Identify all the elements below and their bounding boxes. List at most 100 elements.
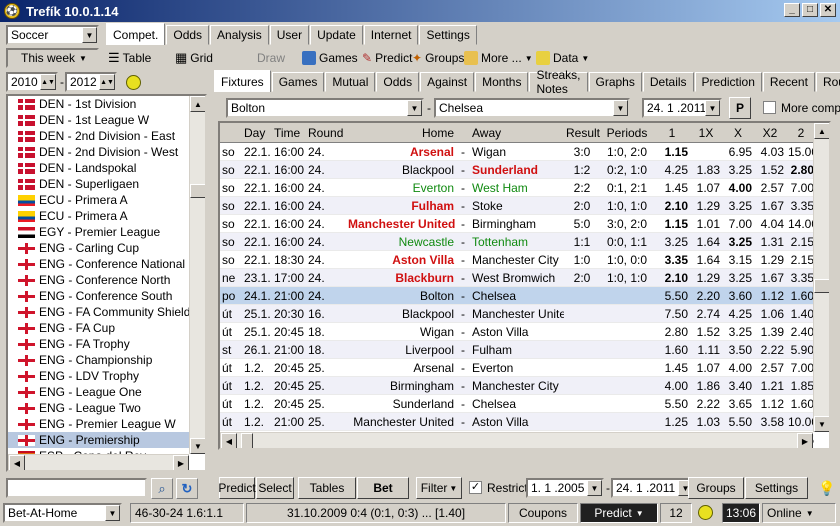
minimize-button[interactable]: _ (784, 3, 800, 17)
list-item[interactable]: DEN - Landspokal (8, 160, 205, 176)
subtab-details[interactable]: Details (642, 72, 694, 92)
subtab-against[interactable]: Against (420, 72, 475, 92)
filter-button[interactable]: Filter ▼ (416, 477, 462, 499)
list-item[interactable]: ENG - League One (8, 384, 205, 400)
table-row[interactable]: po 24.1. 21:00 24. Bolton - Chelsea 5.50 2.20 3.6… (220, 287, 829, 305)
col-odds-1x[interactable]: 1X (690, 126, 722, 140)
col-odds-x[interactable]: X (722, 126, 754, 140)
list-item[interactable]: ECU - Primera A (8, 192, 205, 208)
refresh-button[interactable]: ↻ (176, 478, 198, 499)
bet-button[interactable]: Bet (357, 477, 409, 499)
table-row[interactable]: ne 23.1. 17:00 24. Blackburn - West Bromwich 2:… (220, 269, 829, 287)
table-row[interactable]: út 1.2. 20:45 25. Sunderland - Chelsea 5.50 2.22… (220, 395, 829, 413)
col-round[interactable]: Round (306, 126, 346, 140)
search-input[interactable] (6, 478, 147, 498)
list-item[interactable]: ENG - League Two (8, 400, 205, 416)
grid-vscrollbar[interactable]: ▲ ▼ (813, 123, 829, 432)
grid-hscrollbar[interactable]: ◀ ▶ (220, 432, 813, 448)
col-day[interactable]: Day (242, 126, 272, 140)
table-row[interactable]: út 1.2. 21:00 25. Manchester United - Aston Vi… (220, 413, 829, 431)
draw-button[interactable]: Draw (257, 48, 285, 68)
scroll-thumb[interactable] (241, 433, 253, 448)
more-button[interactable]: More ... ▼ (464, 48, 533, 68)
tables-button[interactable]: Tables (298, 477, 356, 499)
col-time[interactable]: Time (272, 126, 306, 140)
list-item[interactable]: ENG - Conference South (8, 288, 205, 304)
subtab-mutual[interactable]: Mutual (325, 72, 376, 92)
restrict-date-to[interactable]: 24. 1 .2011 ▼ (611, 478, 695, 498)
list-item[interactable]: ENG - FA Trophy (8, 336, 205, 352)
online-status[interactable]: Online ▼ (762, 503, 836, 523)
list-item[interactable]: ENG - Conference National (8, 256, 205, 272)
col-home[interactable]: Home (346, 126, 456, 140)
predict-status-button[interactable]: Predict ▼ (580, 503, 658, 523)
scroll-thumb[interactable] (814, 279, 829, 293)
table-row[interactable]: so 22.1. 16:00 24. Fulham - Stoke 2:0 1:0, 1:0 2.… (220, 197, 829, 215)
list-item[interactable]: DEN - 1st Division (8, 96, 205, 112)
tab-compet[interactable]: Compet. (106, 23, 166, 45)
tab-settings[interactable]: Settings (419, 25, 477, 45)
spin-icon[interactable]: ▲▼ (99, 74, 115, 90)
subtab-games[interactable]: Games (271, 72, 325, 92)
table-row[interactable]: so 22.1. 16:00 24. Newcastle - Tottenham 1:1 0:0… (220, 233, 829, 251)
list-item[interactable]: ENG - Premiership (8, 432, 205, 448)
col-odds-1[interactable]: 1 (654, 126, 690, 140)
scroll-up-icon[interactable]: ▲ (190, 96, 205, 112)
table-button[interactable]: ☰ Table (108, 48, 151, 68)
scroll-down-icon[interactable]: ▼ (190, 438, 205, 454)
restrict-checkbox[interactable]: ✓ (469, 481, 482, 494)
home-team-select[interactable]: Bolton ▼ (226, 98, 424, 118)
scroll-thumb[interactable] (190, 184, 205, 198)
coupons-status[interactable]: Coupons (508, 503, 578, 523)
table-row[interactable]: út 1.2. 20:45 25. Arsenal - Everton 1.45 1.07 4.0… (220, 359, 829, 377)
subtab-months[interactable]: Months (475, 72, 529, 92)
data-button[interactable]: Data ▼ (536, 48, 589, 68)
list-item[interactable]: ENG - FA Community Shield (8, 304, 205, 320)
table-row[interactable]: út 1.2. 20:45 25. Birmingham - Manchester City… (220, 377, 829, 395)
settings-button[interactable]: Settings (745, 477, 808, 499)
col-odds-2[interactable]: 2 (786, 126, 816, 140)
table-row[interactable]: út 25.1. 20:45 18. Wigan - Aston Villa 2.80 1.52… (220, 323, 829, 341)
chevron-down-icon[interactable]: ▼ (407, 100, 422, 116)
list-item[interactable]: DEN - 2nd Division - West (8, 144, 205, 160)
away-team-select[interactable]: Chelsea ▼ (434, 98, 630, 118)
groups-toolbar-button[interactable]: ✦ Groups (412, 48, 464, 68)
list-item[interactable]: ENG - Premier League W (8, 416, 205, 432)
chevron-down-icon[interactable]: ▼ (82, 27, 97, 43)
bookmaker-select[interactable]: Bet-At-Home ▼ (3, 503, 122, 523)
scroll-down-icon[interactable]: ▼ (814, 416, 829, 432)
scroll-left-icon[interactable]: ◀ (221, 433, 237, 448)
table-row[interactable]: st 26.1. 21:00 18. Liverpool - Fulham 1.60 1.11 3… (220, 341, 829, 359)
col-result[interactable]: Result (564, 126, 600, 140)
tab-internet[interactable]: Internet (363, 25, 419, 45)
list-item[interactable]: DEN - Superligaen (8, 176, 205, 192)
subtab-fixtures[interactable]: Fixtures (214, 70, 271, 92)
subtab-prediction[interactable]: Prediction (694, 72, 762, 92)
subtab-round[interactable]: Round (815, 72, 840, 92)
table-row[interactable]: so 22.1. 16:00 24. Blackpool - Sunderland 1:2 0:… (220, 161, 829, 179)
chevron-down-icon[interactable]: ▼ (105, 505, 120, 521)
subtab-odds[interactable]: Odds (376, 72, 420, 92)
list-item[interactable]: ENG - LDV Trophy (8, 368, 205, 384)
list-item[interactable]: EGY - Premier League (8, 224, 205, 240)
fixtures-grid[interactable]: Day Time Round Home Away Result Periods … (218, 121, 831, 450)
games-button[interactable]: Games (302, 48, 358, 68)
year-from-spinner[interactable]: 2010 ▲▼ (6, 72, 58, 92)
search-button[interactable]: ⌕ (151, 478, 173, 499)
chevron-down-icon[interactable]: ▼ (613, 100, 628, 116)
close-button[interactable]: ✕ (820, 3, 836, 17)
status-light-icon[interactable] (126, 75, 141, 90)
subtab-streaksnotes[interactable]: Streaks, Notes (529, 68, 588, 96)
list-item[interactable]: ENG - Conference North (8, 272, 205, 288)
scroll-up-icon[interactable]: ▲ (814, 123, 829, 139)
list-hscrollbar[interactable]: ◀ ▶ (8, 454, 189, 470)
tab-odds[interactable]: Odds (166, 25, 210, 45)
maximize-button[interactable]: □ (802, 3, 818, 17)
spin-icon[interactable]: ▲▼ (40, 74, 56, 90)
competition-list[interactable]: DEN - 1st Division DEN - 1st League W DEN … (6, 94, 207, 472)
more-comp-checkbox[interactable] (763, 101, 776, 114)
chevron-down-icon[interactable]: ▼ (705, 100, 720, 116)
tab-analysis[interactable]: Analysis (210, 25, 269, 45)
p-button[interactable]: P (729, 97, 751, 119)
col-away[interactable]: Away (470, 126, 564, 140)
